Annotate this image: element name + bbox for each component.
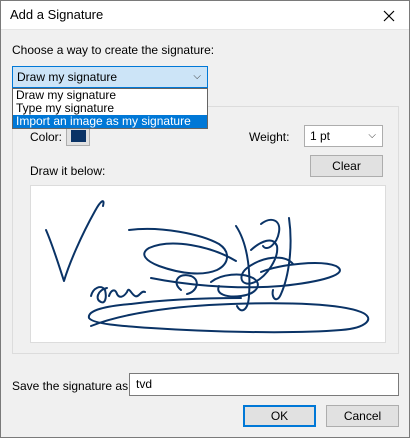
- add-signature-dialog: Add a Signature Choose a way to create t…: [0, 0, 410, 438]
- dialog-title: Add a Signature: [10, 7, 104, 22]
- weight-label: Weight:: [249, 130, 290, 144]
- method-dropdown-list: Draw my signature Type my signature Impo…: [12, 88, 208, 129]
- weight-select-value: 1 pt: [310, 129, 331, 143]
- method-prompt-label: Choose a way to create the signature:: [12, 43, 215, 57]
- color-label: Color:: [30, 130, 63, 144]
- signature-drawing-area[interactable]: [30, 185, 386, 343]
- title-bar: Add a Signature: [1, 1, 409, 30]
- signature-method-select[interactable]: Draw my signature ⌵: [12, 66, 208, 88]
- method-option-import[interactable]: Import an image as my signature: [13, 115, 207, 128]
- color-picker-button[interactable]: [66, 126, 90, 146]
- draw-label: Draw it below:: [30, 164, 106, 178]
- ok-button[interactable]: OK: [243, 405, 316, 427]
- chevron-down-icon: ⌵: [368, 130, 376, 141]
- color-swatch: [70, 130, 86, 142]
- clear-button[interactable]: Clear: [310, 155, 383, 177]
- signature-name-input[interactable]: tvd: [129, 373, 399, 396]
- weight-select[interactable]: 1 pt ⌵: [304, 125, 383, 147]
- chevron-down-icon: ⌵: [193, 71, 201, 82]
- close-button[interactable]: [369, 1, 409, 30]
- close-icon: [383, 10, 395, 21]
- save-as-label: Save the signature as:: [12, 379, 132, 393]
- cancel-button[interactable]: Cancel: [326, 405, 399, 427]
- handwritten-signature: [45, 200, 370, 334]
- method-select-value: Draw my signature: [17, 70, 118, 84]
